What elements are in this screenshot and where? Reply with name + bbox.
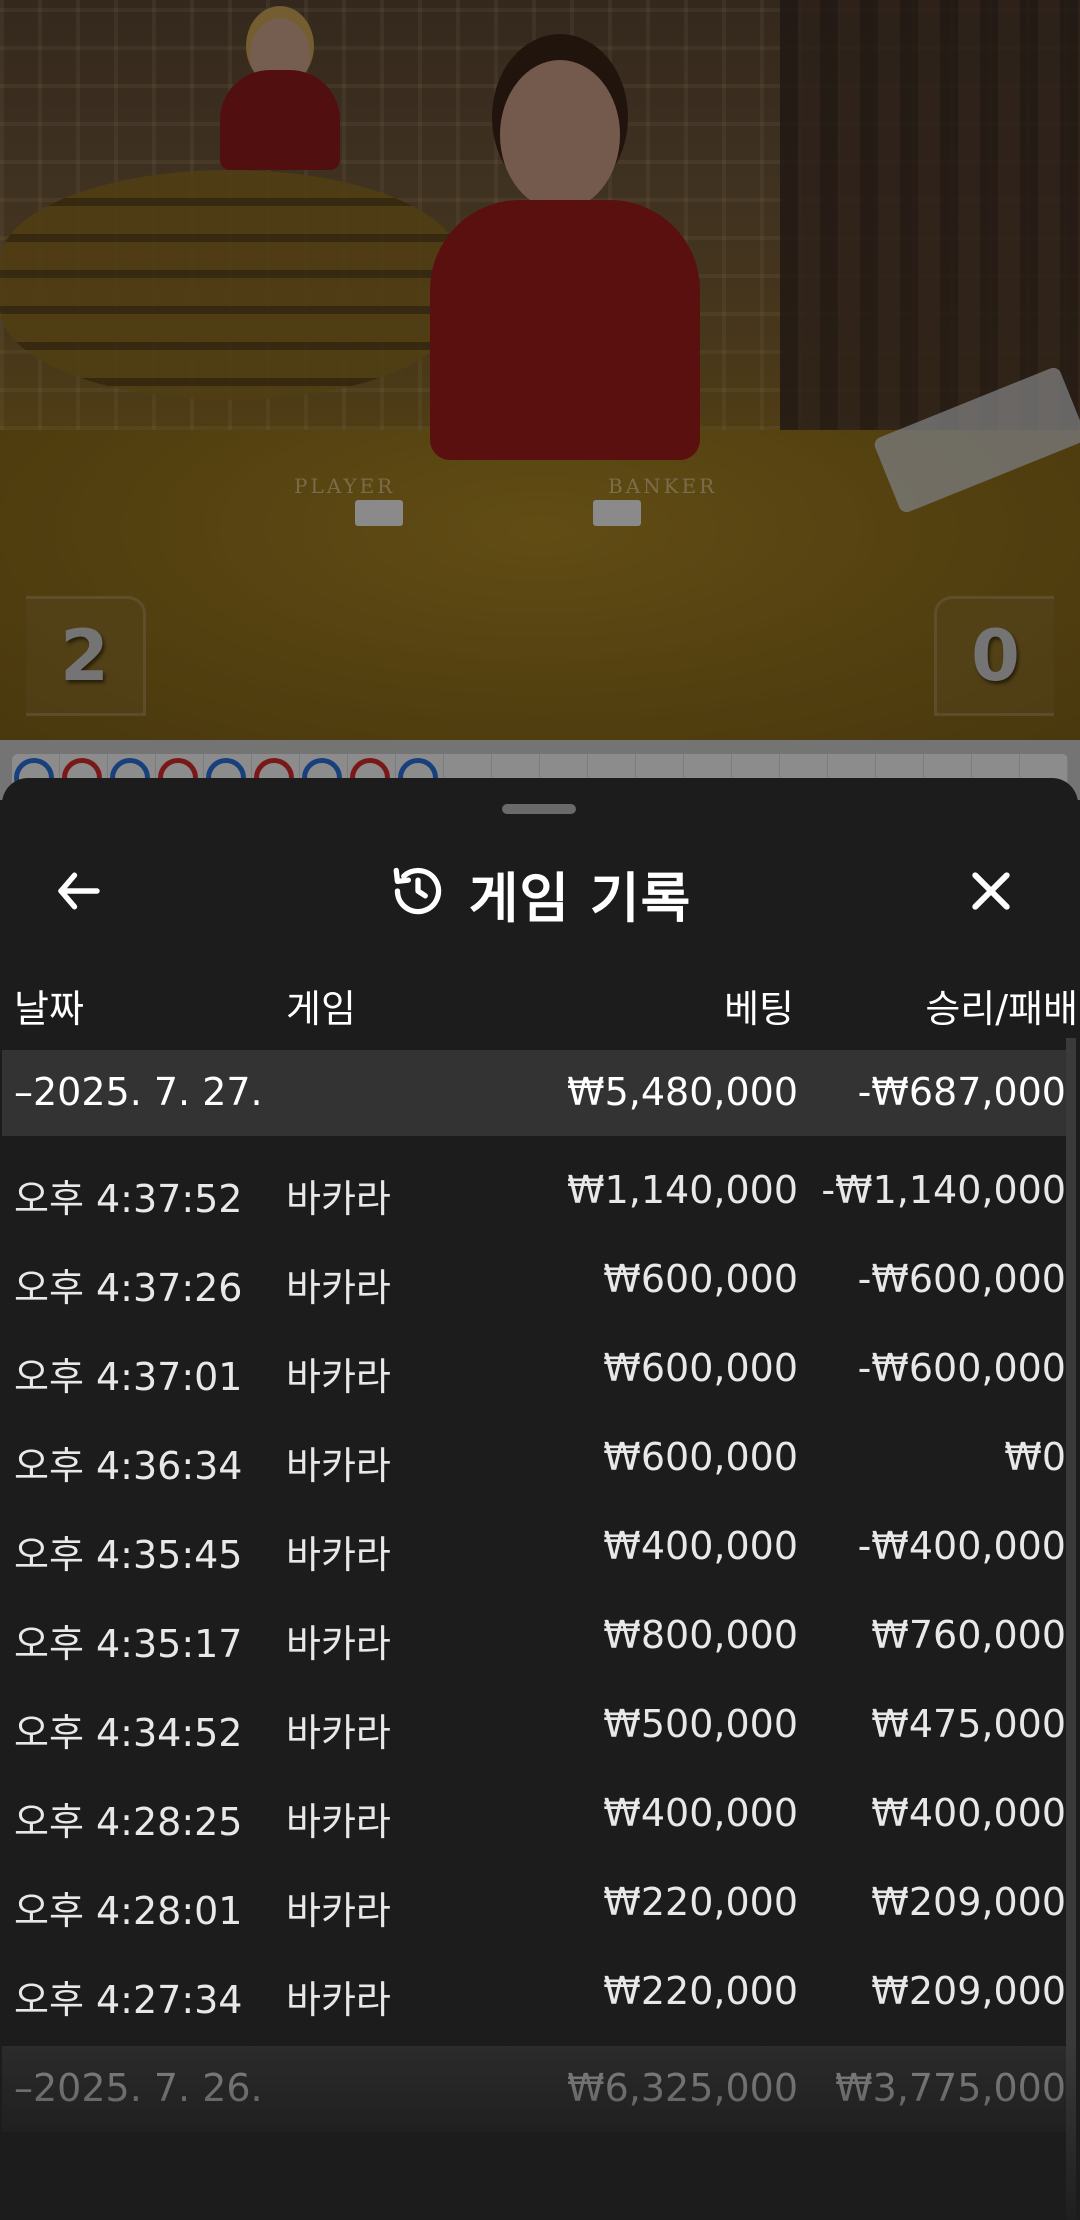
date-group-row[interactable]: –2025. 7. 27. ₩5,480,000 -₩687,000 [2, 1050, 1066, 1136]
row-bet: ₩600,000 [603, 1257, 798, 1301]
history-row[interactable]: 오후 4:37:52 바카라 ₩1,140,000 -₩1,140,000 [2, 1148, 1066, 1237]
row-time: 오후 4:34:52 [14, 1711, 243, 1755]
sheet-header: 게임 기록 [2, 838, 1078, 948]
row-time: 오후 4:37:26 [14, 1266, 243, 1310]
row-bet: ₩600,000 [603, 1435, 798, 1479]
row-result: ₩209,000 [871, 1880, 1066, 1924]
row-time: 오후 4:36:34 [14, 1444, 243, 1488]
history-row[interactable]: 오후 4:35:17 바카라 ₩800,000 ₩760,000 [2, 1593, 1066, 1682]
close-button[interactable] [958, 860, 1024, 926]
history-row[interactable]: 오후 4:28:25 바카라 ₩400,000 ₩400,000 [2, 1771, 1066, 1860]
date-group-row[interactable]: –2025. 7. 26. ₩6,325,000 ₩3,775,000 [2, 2046, 1066, 2132]
row-bet: ₩220,000 [603, 1880, 798, 1924]
row-result: -₩600,000 [857, 1257, 1066, 1301]
row-bet: ₩800,000 [603, 1613, 798, 1657]
row-time: 오후 4:35:45 [14, 1533, 243, 1577]
group-win-total: ₩3,775,000 [835, 2066, 1066, 2110]
row-bet: ₩400,000 [603, 1524, 798, 1568]
group-date: –2025. 7. 27. [14, 1070, 263, 1114]
row-game: 바카라 [286, 1177, 391, 1221]
row-bet: ₩600,000 [603, 1346, 798, 1390]
arrow-left-icon [52, 864, 106, 922]
row-result: ₩760,000 [871, 1613, 1066, 1657]
group-win-total: -₩687,000 [857, 1070, 1066, 1114]
row-result: ₩475,000 [871, 1702, 1066, 1746]
back-button[interactable] [46, 860, 112, 926]
table-header: 날짜 게임 베팅 승리/패배 [2, 968, 1078, 1032]
row-game: 바카라 [286, 1978, 391, 2022]
modal-backdrop[interactable] [0, 0, 1080, 800]
row-time: 오후 4:37:52 [14, 1177, 243, 1221]
history-row[interactable]: 오후 4:34:52 바카라 ₩500,000 ₩475,000 [2, 1682, 1066, 1771]
row-time: 오후 4:35:17 [14, 1622, 243, 1666]
row-bet: ₩500,000 [603, 1702, 798, 1746]
row-time: 오후 4:28:25 [14, 1800, 243, 1844]
row-time: 오후 4:27:34 [14, 1978, 243, 2022]
row-result: -₩600,000 [857, 1346, 1066, 1390]
row-result: -₩1,140,000 [821, 1168, 1066, 1212]
history-clock-icon [389, 862, 447, 924]
row-bet: ₩1,140,000 [567, 1168, 798, 1212]
sheet-title: 게임 기록 [468, 866, 692, 930]
group-bet-total: ₩5,480,000 [567, 1070, 798, 1114]
group-date: –2025. 7. 26. [14, 2066, 263, 2110]
row-time: 오후 4:28:01 [14, 1889, 243, 1933]
row-game: 바카라 [286, 1889, 391, 1933]
history-row[interactable]: 오후 4:28:01 바카라 ₩220,000 ₩209,000 [2, 1860, 1066, 1949]
column-win-loss: 승리/패배 [925, 987, 1078, 1031]
row-result: ₩209,000 [871, 1969, 1066, 2013]
column-bet: 베팅 [724, 987, 794, 1031]
scrollbar[interactable] [1066, 1038, 1076, 2220]
history-row[interactable]: 오후 4:35:45 바카라 ₩400,000 -₩400,000 [2, 1504, 1066, 1593]
row-game: 바카라 [286, 1533, 391, 1577]
column-date: 날짜 [14, 987, 84, 1031]
row-game: 바카라 [286, 1355, 391, 1399]
row-game: 바카라 [286, 1711, 391, 1755]
row-result: ₩400,000 [871, 1791, 1066, 1835]
row-result: ₩0 [1004, 1435, 1066, 1479]
row-game: 바카라 [286, 1622, 391, 1666]
row-game: 바카라 [286, 1800, 391, 1844]
game-history-sheet: 게임 기록 날짜 게임 베팅 승리/패배 –2025. 7. 27. ₩5,48… [2, 778, 1078, 2220]
sheet-drag-handle[interactable] [502, 804, 576, 814]
row-result: -₩400,000 [857, 1524, 1066, 1568]
row-bet: ₩400,000 [603, 1791, 798, 1835]
row-time: 오후 4:37:01 [14, 1355, 243, 1399]
column-game: 게임 [286, 987, 356, 1031]
row-game: 바카라 [286, 1444, 391, 1488]
history-row[interactable]: 오후 4:37:26 바카라 ₩600,000 -₩600,000 [2, 1237, 1066, 1326]
title-group: 게임 기록 [2, 838, 1078, 948]
history-row[interactable]: 오후 4:36:34 바카라 ₩600,000 ₩0 [2, 1415, 1066, 1504]
close-x-icon [964, 864, 1018, 922]
row-game: 바카라 [286, 1266, 391, 1310]
history-row[interactable]: 오후 4:27:34 바카라 ₩220,000 ₩209,000 [2, 1949, 1066, 2038]
history-row[interactable]: 오후 4:37:01 바카라 ₩600,000 -₩600,000 [2, 1326, 1066, 1415]
group-bet-total: ₩6,325,000 [567, 2066, 798, 2110]
row-bet: ₩220,000 [603, 1969, 798, 2013]
